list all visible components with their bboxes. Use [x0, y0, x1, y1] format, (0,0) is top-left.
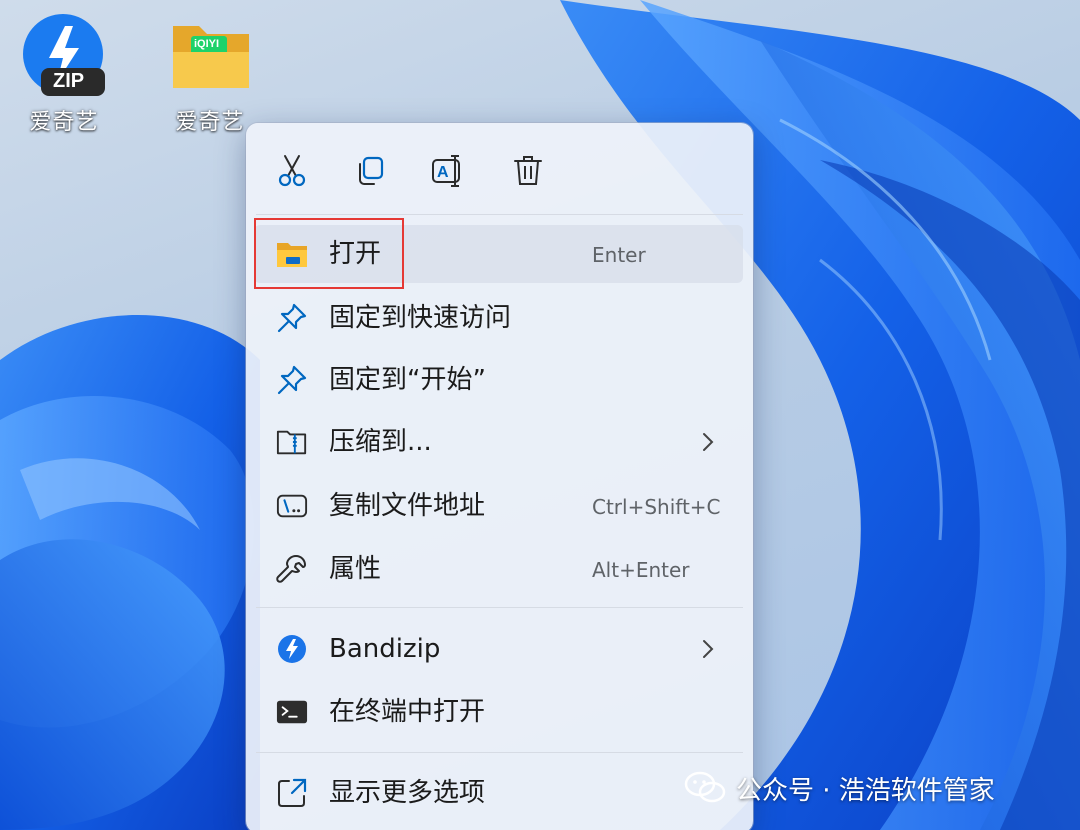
menu-item-open-in-terminal[interactable]: 在终端中打开 [254, 683, 743, 741]
terminal-icon [276, 696, 308, 728]
desktop-icon-label: 爱奇艺 [29, 110, 99, 135]
menu-item-copy-path[interactable]: 复制文件地址 Ctrl+Shift+C [254, 477, 743, 535]
menu-item-label: 复制文件地址 [329, 491, 486, 521]
iqiyi-badge-text: iQIYI [194, 38, 220, 50]
menu-item-pin-start[interactable]: 固定到“开始” [254, 351, 743, 409]
trash-icon [514, 156, 542, 185]
menu-item-label: 压缩到... [329, 427, 432, 457]
wrench-icon [276, 553, 308, 585]
chevron-right-icon [703, 640, 714, 658]
context-menu-toolbar: A [246, 123, 753, 215]
menu-item-label: 打开 [329, 239, 382, 269]
chevron-right-icon [703, 433, 714, 451]
watermark-text: 公众号 · 浩浩软件管家 [736, 775, 995, 806]
menu-item-label: 显示更多选项 [329, 778, 486, 808]
folder-icon [173, 26, 249, 88]
menu-divider [256, 214, 743, 215]
more-options-icon [276, 777, 308, 809]
wechat-icon [684, 771, 726, 803]
menu-item-label: 在终端中打开 [329, 697, 486, 727]
desktop-icon-zip[interactable]: ZIP 爱奇艺 [14, 12, 114, 136]
watermark: 公众号 · 浩浩软件管家 [684, 768, 995, 808]
copy-icon [359, 156, 384, 185]
menu-item-bandizip[interactable]: Bandizip [254, 620, 743, 678]
menu-item-label: 属性 [329, 554, 382, 584]
delete-button[interactable] [506, 149, 550, 193]
menu-item-properties[interactable]: 属性 Alt+Enter [254, 540, 743, 598]
rename-icon: A [432, 155, 460, 187]
menu-item-show-more-options[interactable]: 显示更多选项 [254, 764, 743, 822]
cut-button[interactable] [270, 149, 314, 193]
path-icon [276, 490, 308, 522]
desktop-icon-label: 爱奇艺 [175, 110, 245, 135]
rename-button[interactable]: A [427, 149, 471, 193]
copy-button[interactable] [348, 149, 392, 193]
menu-item-shortcut: Ctrl+Shift+C [592, 495, 721, 519]
menu-item-label: 固定到“开始” [329, 365, 486, 395]
menu-item-pin-quick-access[interactable]: 固定到快速访问 [254, 289, 743, 347]
folder-open-icon [276, 238, 308, 270]
svg-text:A: A [437, 164, 449, 181]
menu-item-compress-to[interactable]: 压缩到... [254, 413, 743, 471]
pin-icon [276, 302, 308, 334]
menu-divider [256, 607, 743, 608]
menu-item-label: Bandizip [329, 634, 441, 664]
desktop-icon-folder[interactable]: iQIYI 爱奇艺 [160, 12, 260, 136]
menu-item-shortcut: Enter [592, 243, 646, 267]
scissors-icon [278, 155, 306, 187]
zip-badge-text: ZIP [53, 70, 85, 92]
menu-item-open[interactable]: 打开 Enter [254, 225, 743, 283]
menu-item-shortcut: Alt+Enter [592, 558, 690, 582]
bandizip-icon [276, 633, 308, 665]
pin-icon [276, 364, 308, 396]
menu-divider [256, 752, 743, 753]
menu-item-label: 固定到快速访问 [329, 303, 512, 333]
zip-folder-icon [276, 426, 308, 458]
context-menu: A 打开 Enter 固定到快速访问 固定到“开始” 压缩到... 复制文件地址… [246, 123, 753, 830]
